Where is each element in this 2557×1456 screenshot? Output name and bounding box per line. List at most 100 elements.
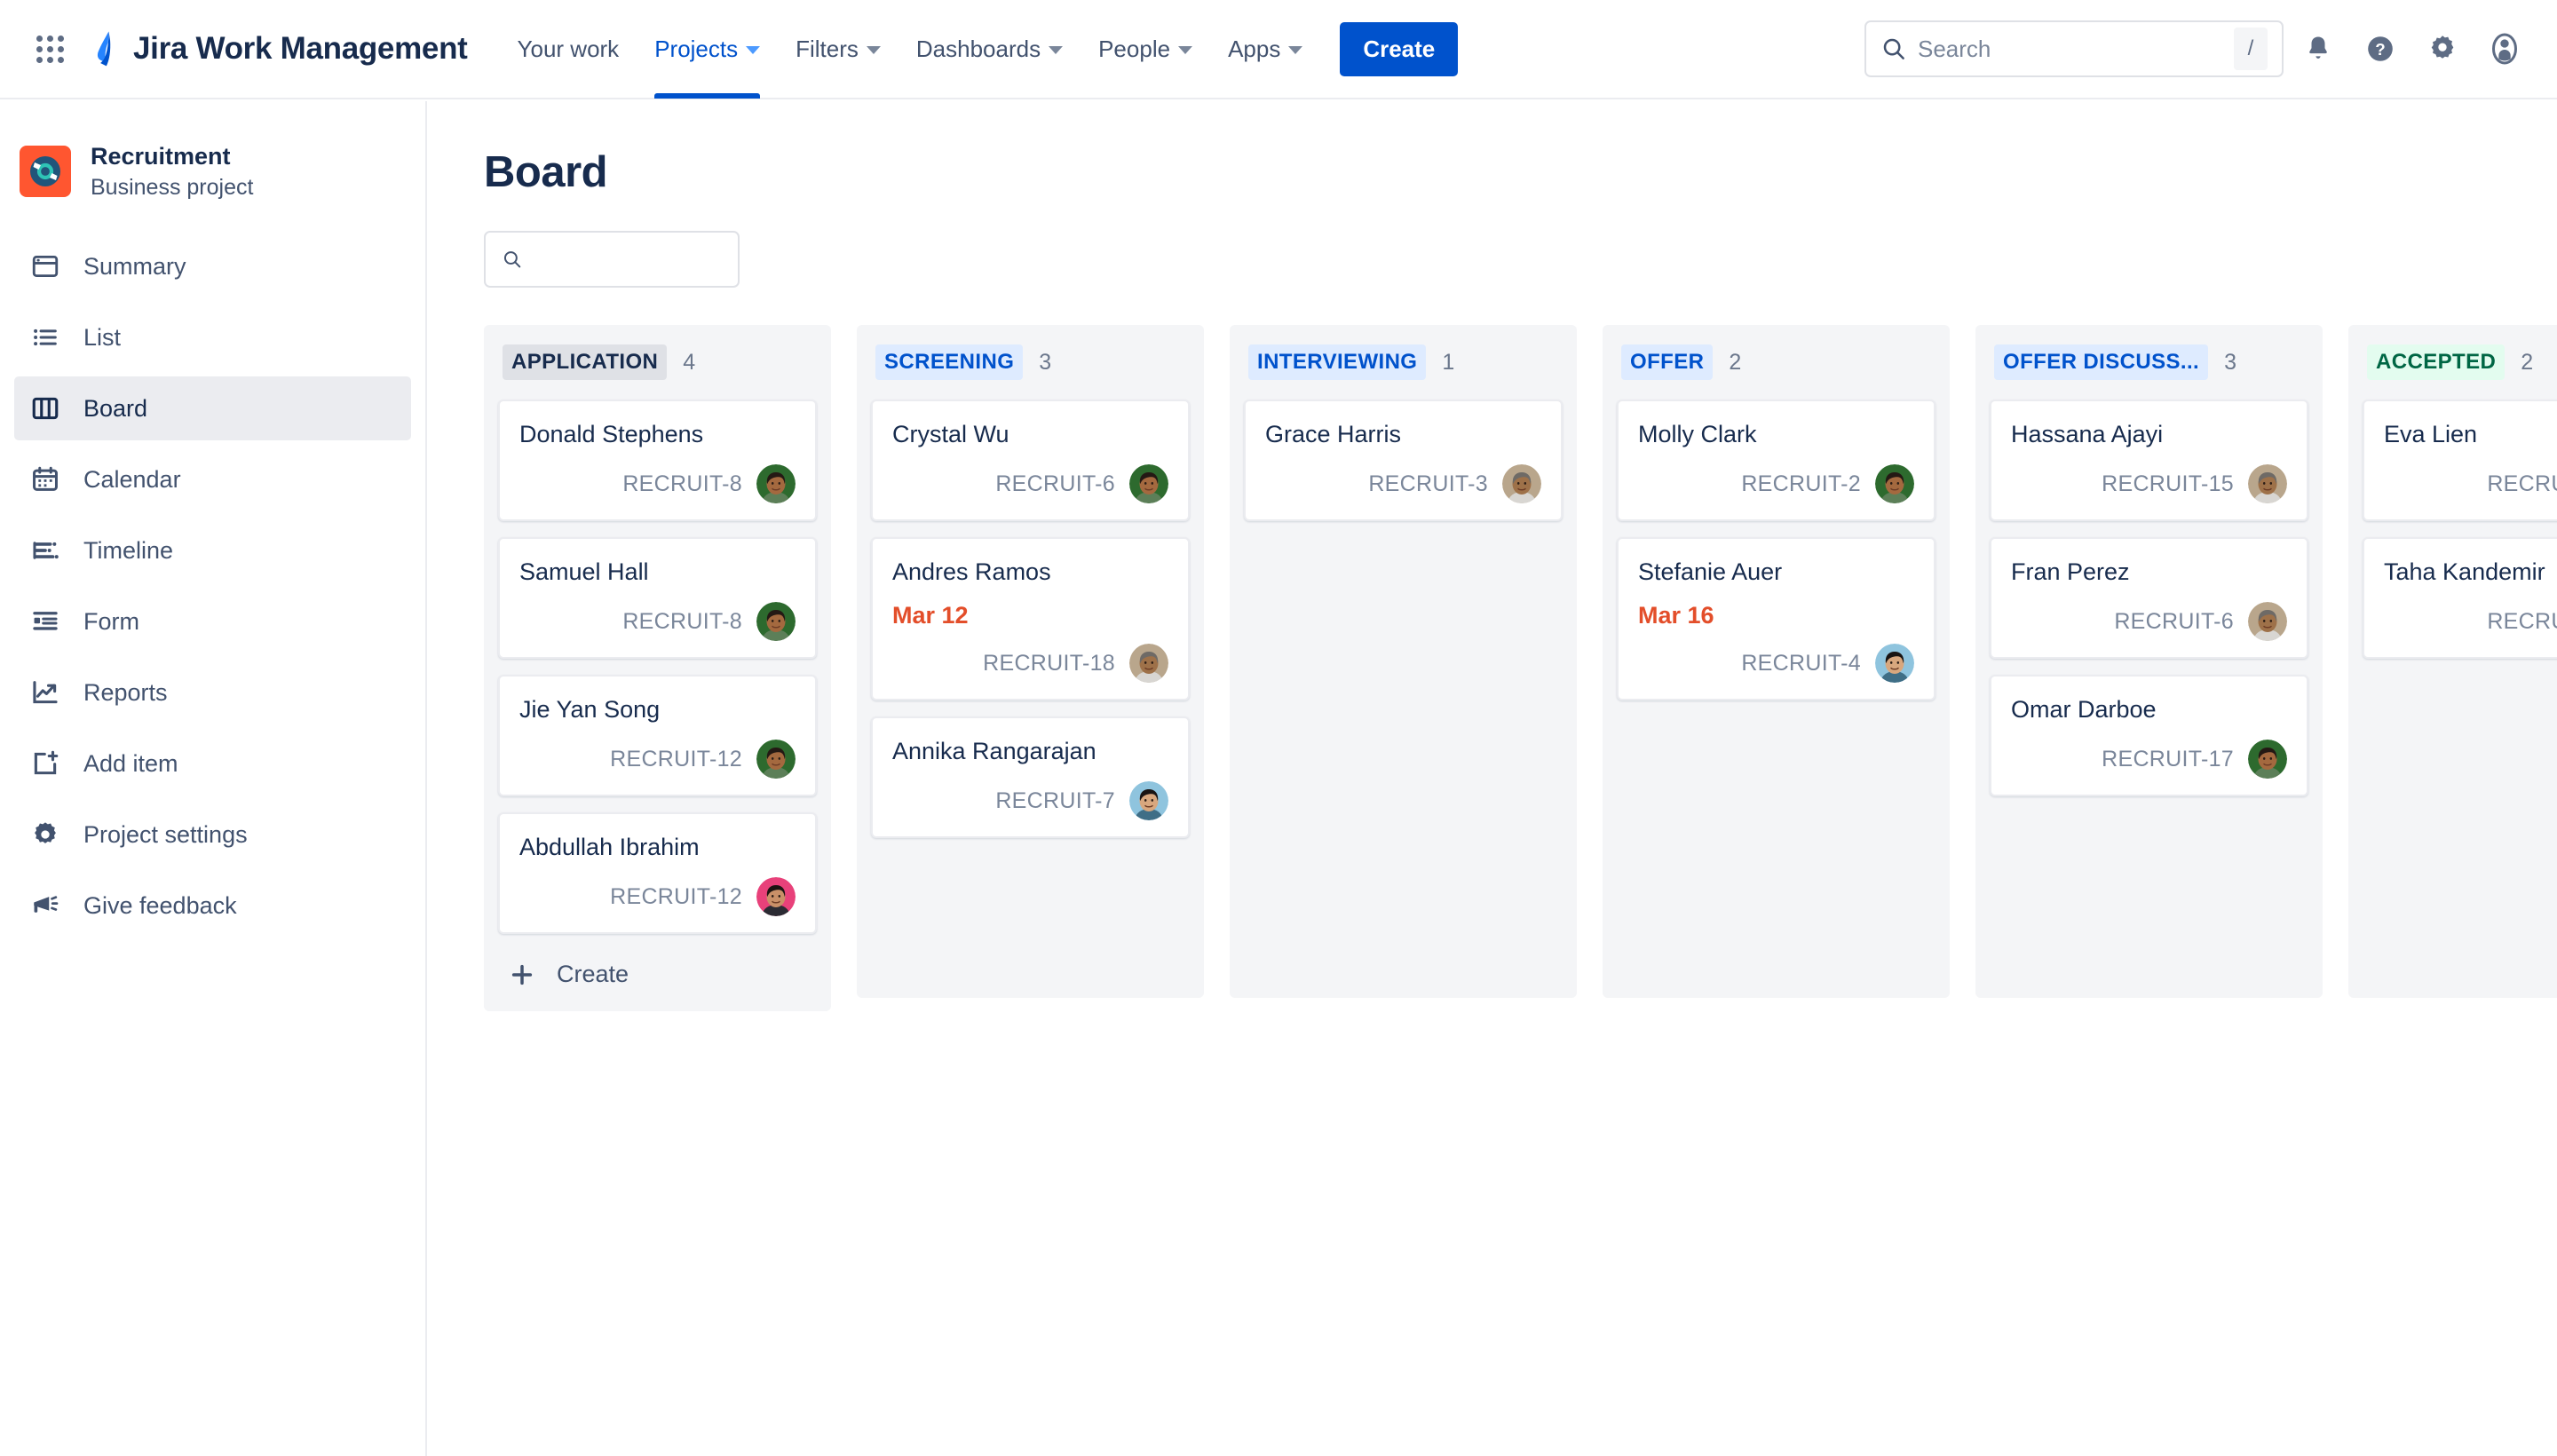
nav-item-label: Apps <box>1228 35 1281 62</box>
issue-card[interactable]: Taha Kandemir RECRUIT-6 <box>2363 537 2557 660</box>
create-button[interactable]: Create <box>1340 21 1459 76</box>
grid-apps-icon <box>36 35 64 63</box>
column-card-count: 2 <box>1729 349 1742 375</box>
nav-item-label: Dashboards <box>915 35 1041 62</box>
nav-item-your-work[interactable]: Your work <box>500 0 637 99</box>
issue-card-footer: RECRUIT-8 <box>519 464 796 504</box>
column-header[interactable]: INTERVIEWING 1 <box>1244 344 1563 380</box>
issue-card-title: Molly Clark <box>1638 421 1757 447</box>
sidebar-item-form[interactable]: Form <box>14 590 411 653</box>
issue-card-title: Abdullah Ibrahim <box>519 834 700 861</box>
sidebar-item-calendar[interactable]: Calendar <box>14 447 411 511</box>
issue-card[interactable]: Abdullah Ibrahim RECRUIT-12 <box>498 812 817 935</box>
project-header[interactable]: Recruitment Business project <box>0 101 425 201</box>
issue-card-title: Donald Stephens <box>519 421 704 447</box>
top-navigation-bar: Jira Work Management Your work Projects … <box>0 0 2557 99</box>
issue-card-footer: RECRUIT-15 <box>2011 464 2287 504</box>
issue-card[interactable]: Annika Rangarajan RECRUIT-7 <box>871 716 1190 839</box>
issue-card[interactable]: Hassana Ajayi RECRUIT-15 <box>1990 400 2308 522</box>
chevron-down-icon <box>866 46 881 54</box>
issue-card[interactable]: Jie Yan Song RECRUIT-12 <box>498 675 817 797</box>
column-card-count: 2 <box>2521 349 2534 375</box>
issue-key: RECRUIT-3 <box>1368 471 1488 496</box>
settings-button[interactable] <box>2415 21 2470 76</box>
sidebar-item-timeline[interactable]: Timeline <box>14 518 411 582</box>
issue-card[interactable]: Donald Stephens RECRUIT-8 <box>498 400 817 522</box>
global-search-input[interactable] <box>1918 35 2234 63</box>
issue-card-title: Fran Perez <box>2011 558 2130 586</box>
search-icon <box>1883 38 1904 59</box>
issue-key: RECRUIT-8 <box>622 608 742 634</box>
issue-card-title: Andres Ramos <box>892 558 1051 586</box>
nav-item-dashboards[interactable]: Dashboards <box>899 0 1081 99</box>
add-item-icon <box>34 751 59 775</box>
profile-button[interactable] <box>2477 21 2532 76</box>
record-disc-icon <box>30 156 60 187</box>
sidebar-item-label: Add item <box>83 749 178 777</box>
chevron-down-icon <box>746 46 761 54</box>
issue-card-footer: RECRUIT-2 <box>1638 464 1914 504</box>
avatar <box>756 877 796 917</box>
issue-card[interactable]: Omar Darboe RECRUIT-17 <box>1990 675 2308 797</box>
nav-item-people[interactable]: People <box>1081 0 1210 99</box>
issue-card-footer: RECRUIT-12 <box>519 877 796 917</box>
board-columns-icon <box>32 398 59 420</box>
sidebar-item-summary[interactable]: Summary <box>14 234 411 298</box>
brand-home-link[interactable]: Jira Work Management <box>87 29 468 68</box>
issue-card-footer: RECRUIT-3 <box>1265 464 1541 504</box>
avatar <box>1502 464 1541 504</box>
issue-key: RECRUIT-2 <box>1741 471 1861 496</box>
svg-text:?: ? <box>2375 40 2385 59</box>
page-title: Board <box>484 148 608 196</box>
column-create-button[interactable]: Create <box>498 950 817 997</box>
issue-card[interactable]: Molly Clark RECRUIT-2 <box>1617 400 1936 522</box>
avatar <box>1875 464 1914 504</box>
issue-card[interactable]: Stefanie Auer Mar 16 RECRUIT-4 <box>1617 537 1936 701</box>
issue-card[interactable]: Samuel Hall RECRUIT-8 <box>498 537 817 660</box>
avatar <box>2248 602 2287 642</box>
sidebar-item-add-item[interactable]: Add item <box>14 732 411 795</box>
column-header[interactable]: OFFER DISCUSS... 3 <box>1990 344 2308 380</box>
nav-item-label: Your work <box>517 35 620 62</box>
sidebar-item-project-settings[interactable]: Project settings <box>14 803 411 866</box>
nav-item-apps[interactable]: Apps <box>1210 0 1320 99</box>
board-search-box[interactable] <box>484 231 740 288</box>
notifications-button[interactable] <box>2291 21 2346 76</box>
nav-item-projects[interactable]: Projects <box>637 0 778 99</box>
project-type: Business project <box>91 175 254 201</box>
sidebar-item-reports[interactable]: Reports <box>14 661 411 724</box>
global-search-box[interactable]: / <box>1864 20 2284 77</box>
chevron-down-icon <box>1049 46 1064 54</box>
kanban-board: APPLICATION 4 Donald Stephens RECRUIT-8 … <box>484 325 2557 1012</box>
issue-card[interactable]: Fran Perez RECRUIT-6 <box>1990 537 2308 660</box>
issue-card[interactable]: Andres Ramos Mar 12 RECRUIT-18 <box>871 537 1190 701</box>
column-status-badge: INTERVIEWING <box>1248 344 1427 380</box>
column-card-count: 3 <box>2224 349 2236 375</box>
sidebar-item-list[interactable]: List <box>14 305 411 369</box>
column-header[interactable]: SCREENING 3 <box>871 344 1190 380</box>
board-search-input[interactable] <box>534 246 722 273</box>
app-switcher-button[interactable] <box>25 24 75 74</box>
project-meta: Recruitment Business project <box>91 142 253 201</box>
column-header[interactable]: ACCEPTED 2 <box>2363 344 2557 380</box>
issue-card[interactable]: Eva Lien RECRUIT-1 <box>2363 400 2557 522</box>
help-button[interactable]: ? <box>2353 21 2408 76</box>
column-header[interactable]: APPLICATION 4 <box>498 344 817 380</box>
column-status-badge: OFFER <box>1621 344 1714 380</box>
issue-card-footer: RECRUIT-1 <box>2384 464 2557 503</box>
sidebar-item-board[interactable]: Board <box>14 376 411 441</box>
issue-card-title: Grace Harris <box>1265 421 1402 447</box>
list-icon <box>34 329 57 346</box>
column-header[interactable]: OFFER 2 <box>1617 344 1936 380</box>
sidebar-item-label: Project settings <box>83 820 248 848</box>
project-avatar <box>20 146 71 198</box>
avatar <box>1875 644 1914 684</box>
nav-item-filters[interactable]: Filters <box>778 0 899 99</box>
issue-key: RECRUIT-12 <box>610 746 742 772</box>
issue-card[interactable]: Grace Harris RECRUIT-3 <box>1244 400 1563 522</box>
sidebar-item-label: Summary <box>83 252 186 280</box>
avatar <box>2248 740 2287 779</box>
issue-card[interactable]: Crystal Wu RECRUIT-6 <box>871 400 1190 522</box>
issue-card-footer: RECRUIT-7 <box>892 781 1168 821</box>
sidebar-item-give-feedback[interactable]: Give feedback <box>14 874 411 938</box>
